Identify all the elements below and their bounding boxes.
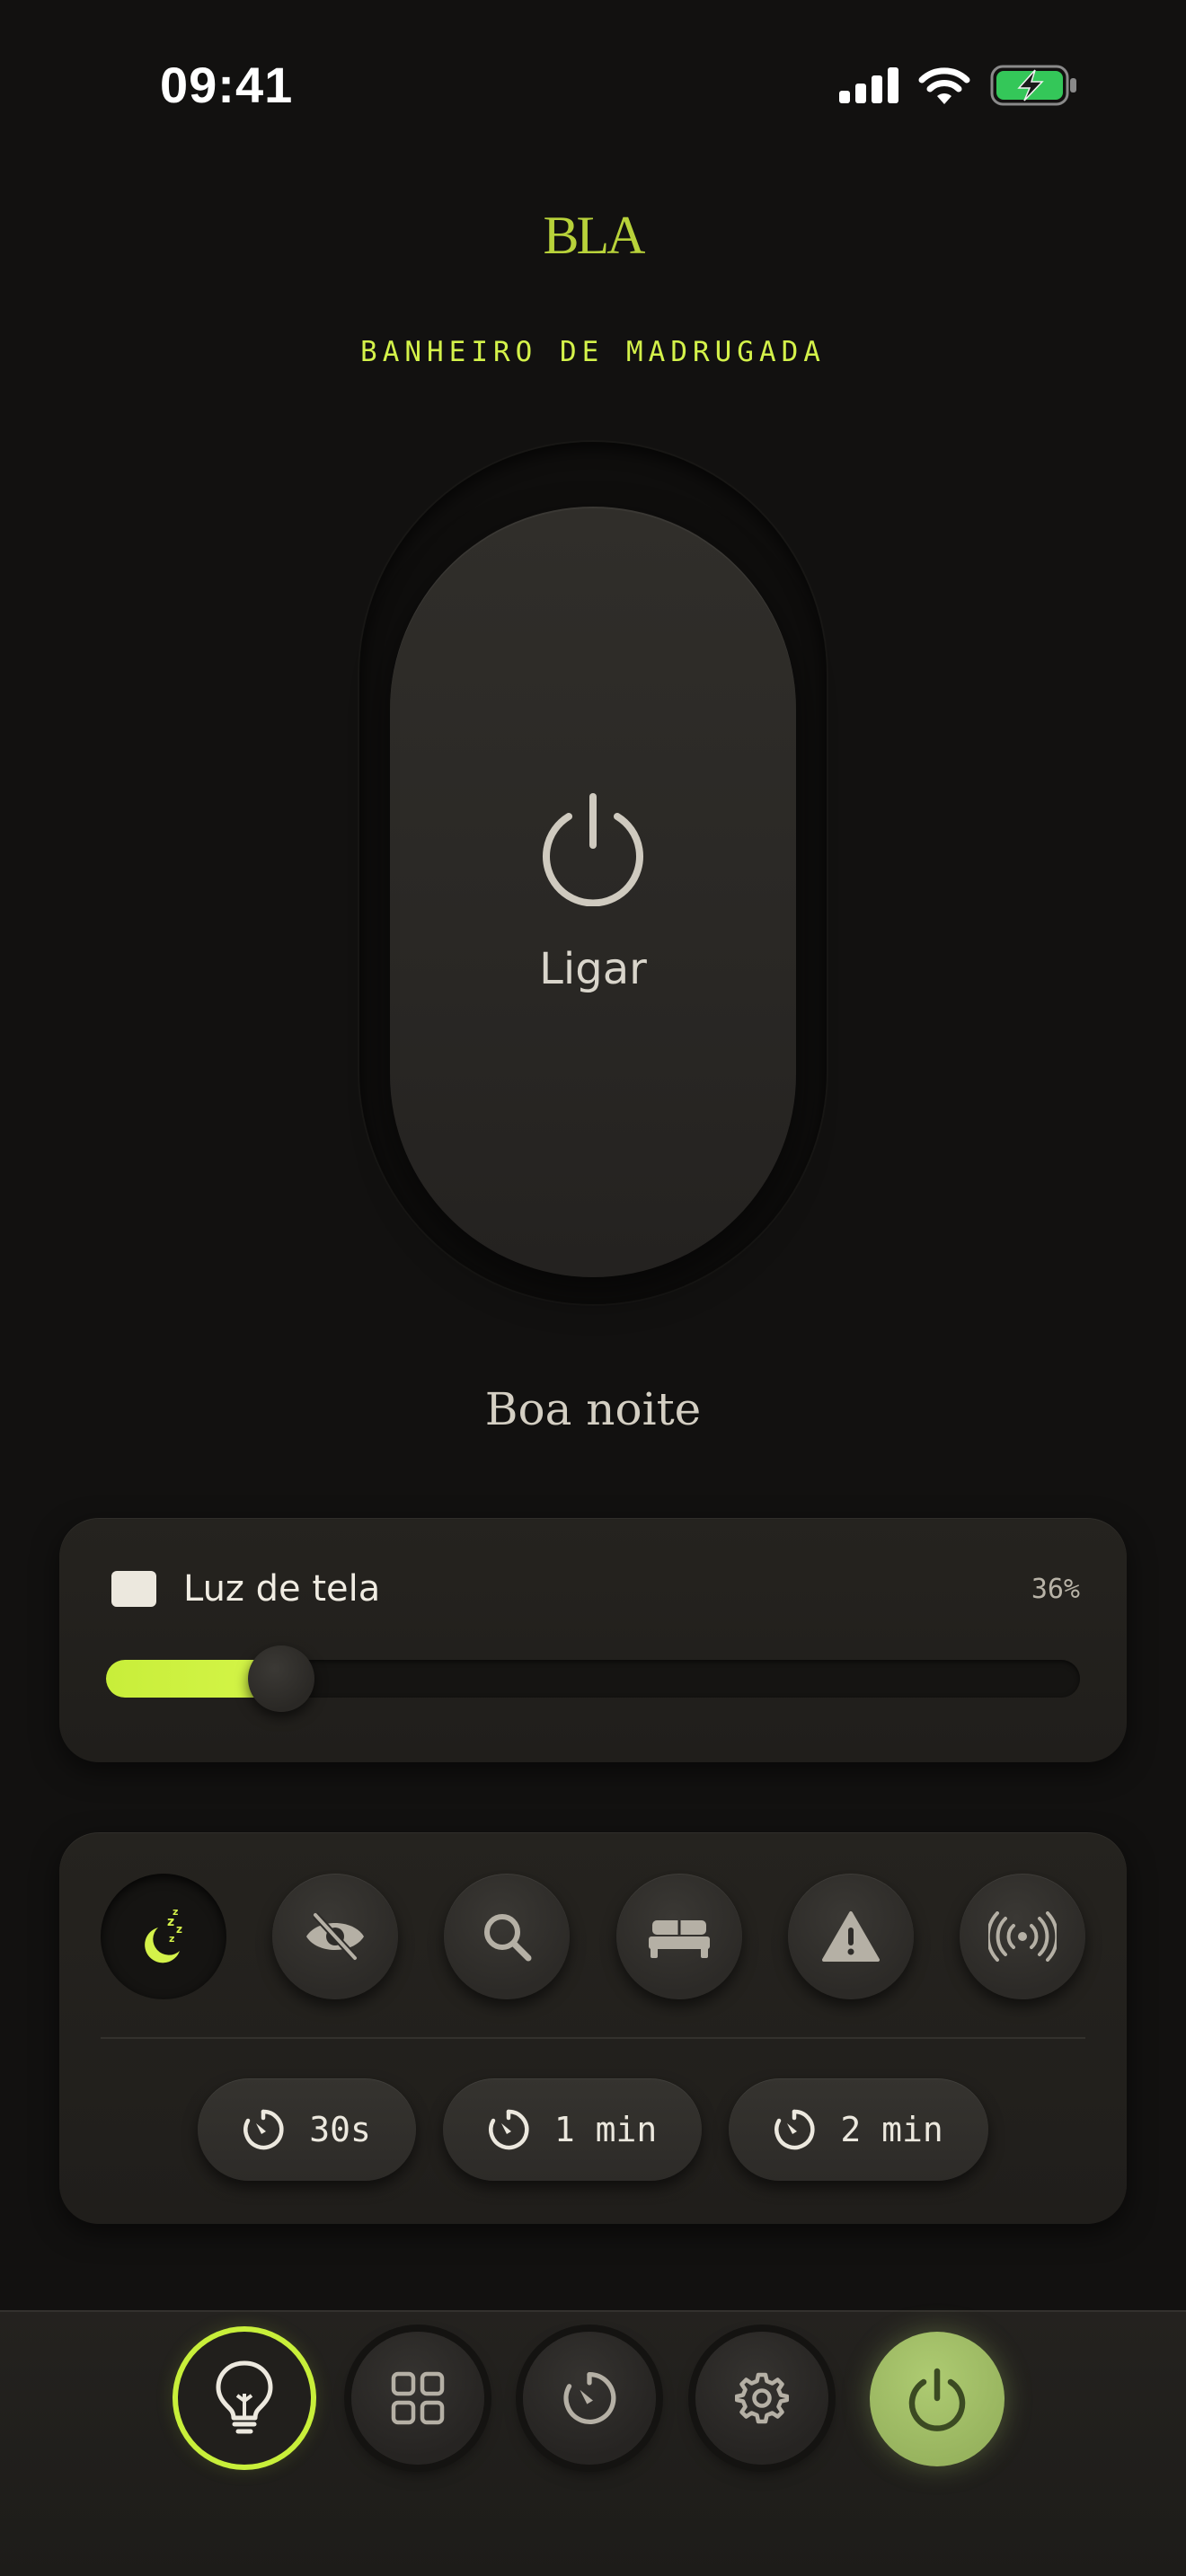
mode-search-button[interactable]: [444, 1874, 571, 1999]
mode-hidden-button[interactable]: [272, 1874, 399, 1999]
brightness-slider[interactable]: [106, 1645, 1080, 1712]
mode-bed-button[interactable]: [615, 1874, 742, 1999]
modes-divider: [101, 2037, 1085, 2039]
power-icon: [543, 793, 643, 906]
greeting: Boa noite: [484, 1383, 702, 1435]
broadcast-icon: [987, 1911, 1057, 1962]
battery-charging-icon: [990, 65, 1076, 106]
nav-scenes-button[interactable]: [351, 2332, 484, 2465]
brightness-slider-thumb[interactable]: [248, 1645, 314, 1712]
lightbulb-icon: [216, 2360, 273, 2434]
main-power-toggle[interactable]: Ligar: [390, 507, 796, 1277]
screen-light-card: Luz de tela 36%: [59, 1518, 1127, 1762]
power-icon: [908, 2368, 966, 2431]
timer-icon: [489, 2109, 529, 2150]
modes-row: z z z z: [101, 1874, 1085, 1999]
grid-icon: [391, 2371, 445, 2425]
warning-icon: [821, 1911, 880, 1962]
svg-text:z: z: [176, 1923, 182, 1936]
screen-light-title: Luz de tela: [183, 1568, 381, 1610]
signal-icon: [839, 67, 898, 103]
status-time: 09:41: [160, 57, 294, 113]
moon-sleep-icon: z z z z: [145, 1906, 182, 1963]
timer-label: 30s: [309, 2110, 371, 2149]
mode-broadcast-button[interactable]: [959, 1874, 1085, 1999]
status-icons: [839, 65, 1078, 106]
toggle-label: Ligar: [539, 944, 647, 994]
app-logo: BLA: [543, 206, 646, 265]
timer-icon: [243, 2109, 284, 2150]
gear-icon: [735, 2372, 789, 2424]
mode-alert-button[interactable]: [787, 1874, 914, 1999]
timer-icon: [563, 2371, 616, 2425]
brightness-percent: 36%: [1031, 1573, 1080, 1605]
status-bar: 09:41: [0, 0, 1186, 171]
timer-1min-button[interactable]: 1 min: [442, 2078, 703, 2181]
nav-light-button[interactable]: [178, 2332, 311, 2465]
modes-card: z z z z 30s 1 min 2 min: [59, 1832, 1127, 2224]
search-icon: [484, 1914, 532, 1962]
mode-sleep-button[interactable]: z z z z: [101, 1874, 226, 1999]
timer-label: 1 min: [553, 2110, 658, 2149]
timer-label: 2 min: [840, 2110, 943, 2149]
wifi-icon: [918, 67, 970, 104]
svg-text:z: z: [173, 1906, 178, 1918]
nav-power-button[interactable]: [870, 2332, 1005, 2466]
screen-light-header: Luz de tela 36%: [111, 1568, 1080, 1610]
svg-text:z: z: [169, 1933, 174, 1945]
eye-off-icon: [306, 1912, 365, 1961]
nav-timer-button[interactable]: [523, 2332, 656, 2465]
light-color-swatch[interactable]: [111, 1571, 156, 1607]
nav-settings-button[interactable]: [695, 2332, 828, 2465]
timer-2min-button[interactable]: 2 min: [729, 2078, 988, 2181]
timer-icon: [774, 2109, 815, 2150]
room-title: BANHEIRO DE MADRUGADA: [360, 336, 826, 368]
bed-icon: [648, 1920, 710, 1958]
timer-presets: 30s 1 min 2 min: [59, 2078, 1127, 2181]
timer-30s-button[interactable]: 30s: [198, 2078, 416, 2181]
